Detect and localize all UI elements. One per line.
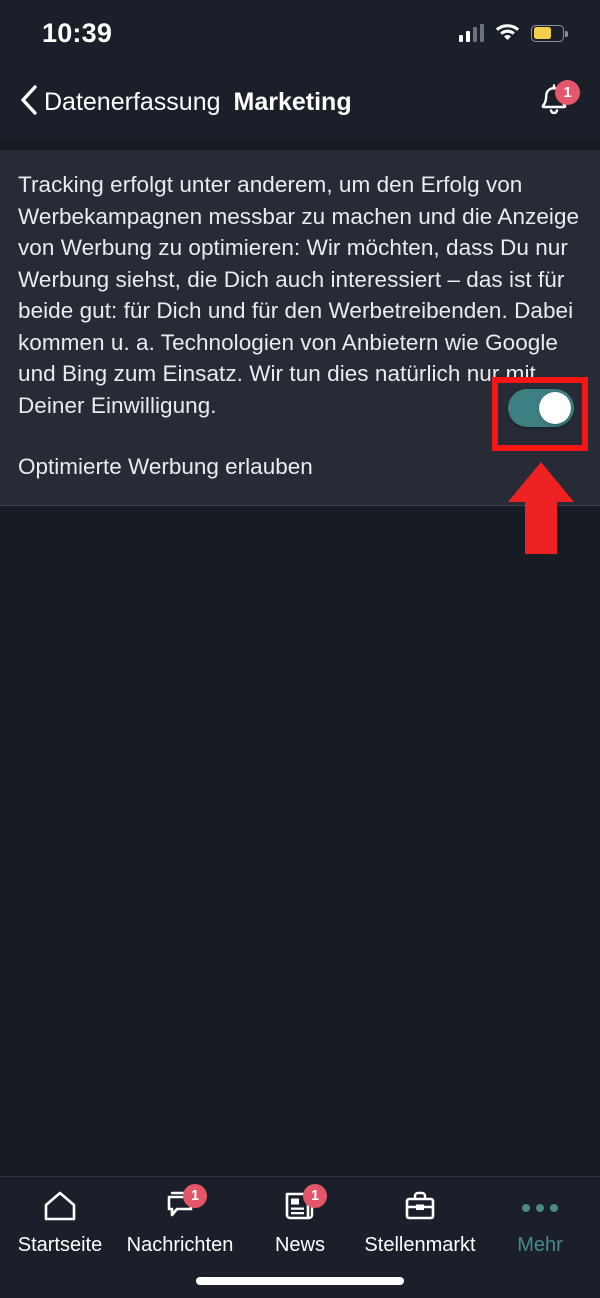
nav-label-nachrichten: Nachrichten (126, 1234, 234, 1256)
nav-item-mehr[interactable]: Mehr (480, 1191, 600, 1257)
nav-badge-news: 1 (303, 1184, 327, 1208)
marketing-description-text: Tracking erfolgt unter anderem, um den E… (18, 172, 580, 418)
notifications-button[interactable]: 1 (534, 79, 580, 123)
status-time: 10:39 (42, 17, 113, 48)
chat-bubbles-icon-wrap: 1 (160, 1184, 207, 1225)
nav-label-mehr: Mehr (517, 1234, 563, 1256)
home-icon (43, 1190, 77, 1227)
briefcase-icon (403, 1190, 437, 1227)
optimized-ads-label: Optimierte Werbung erlauben (18, 454, 313, 479)
briefcase-icon-wrap (400, 1191, 440, 1225)
status-bar: 10:39 (0, 0, 600, 66)
settings-card: Tracking erfolgt unter anderem, um den E… (0, 150, 600, 506)
nav-label-stellenmarkt: Stellenmarkt (364, 1234, 476, 1256)
battery-fill (533, 27, 551, 39)
nav-item-startseite[interactable]: Startseite (0, 1191, 120, 1257)
back-button[interactable] (16, 85, 42, 120)
breadcrumb-parent[interactable]: Datenerfassung (44, 88, 221, 117)
chevron-left-icon (19, 85, 39, 120)
wifi-icon (495, 21, 520, 45)
toggle-knob (539, 392, 571, 424)
page-title: Marketing (233, 88, 352, 116)
nav-item-news[interactable]: 1 News (240, 1184, 360, 1257)
nav-label-news: News (274, 1234, 325, 1256)
status-indicators (458, 21, 568, 45)
navigation-header: Datenerfassung Marketing 1 (0, 66, 600, 139)
phone-screen: 10:39 Datenerfassung Marketing 1 Trackin… (0, 0, 600, 1298)
notification-badge: 1 (555, 79, 580, 105)
nav-badge-nachrichten: 1 (183, 1184, 207, 1208)
nav-item-stellenmarkt[interactable]: Stellenmarkt (360, 1191, 480, 1257)
cellular-signal-icon (458, 24, 484, 42)
nav-item-nachrichten[interactable]: 1 Nachrichten (120, 1184, 240, 1257)
ellipsis-icon-wrap (520, 1191, 560, 1225)
optimized-ads-toggle[interactable] (508, 389, 574, 427)
arrow-up-icon (508, 462, 574, 554)
battery-icon (531, 24, 568, 42)
nav-label-startseite: Startseite (17, 1234, 103, 1256)
newspaper-icon-wrap: 1 (280, 1184, 327, 1225)
home-icon-wrap (40, 1191, 80, 1225)
ellipsis-icon (522, 1191, 558, 1225)
header-titles: Datenerfassung Marketing (44, 88, 534, 117)
home-indicator[interactable] (196, 1277, 404, 1285)
